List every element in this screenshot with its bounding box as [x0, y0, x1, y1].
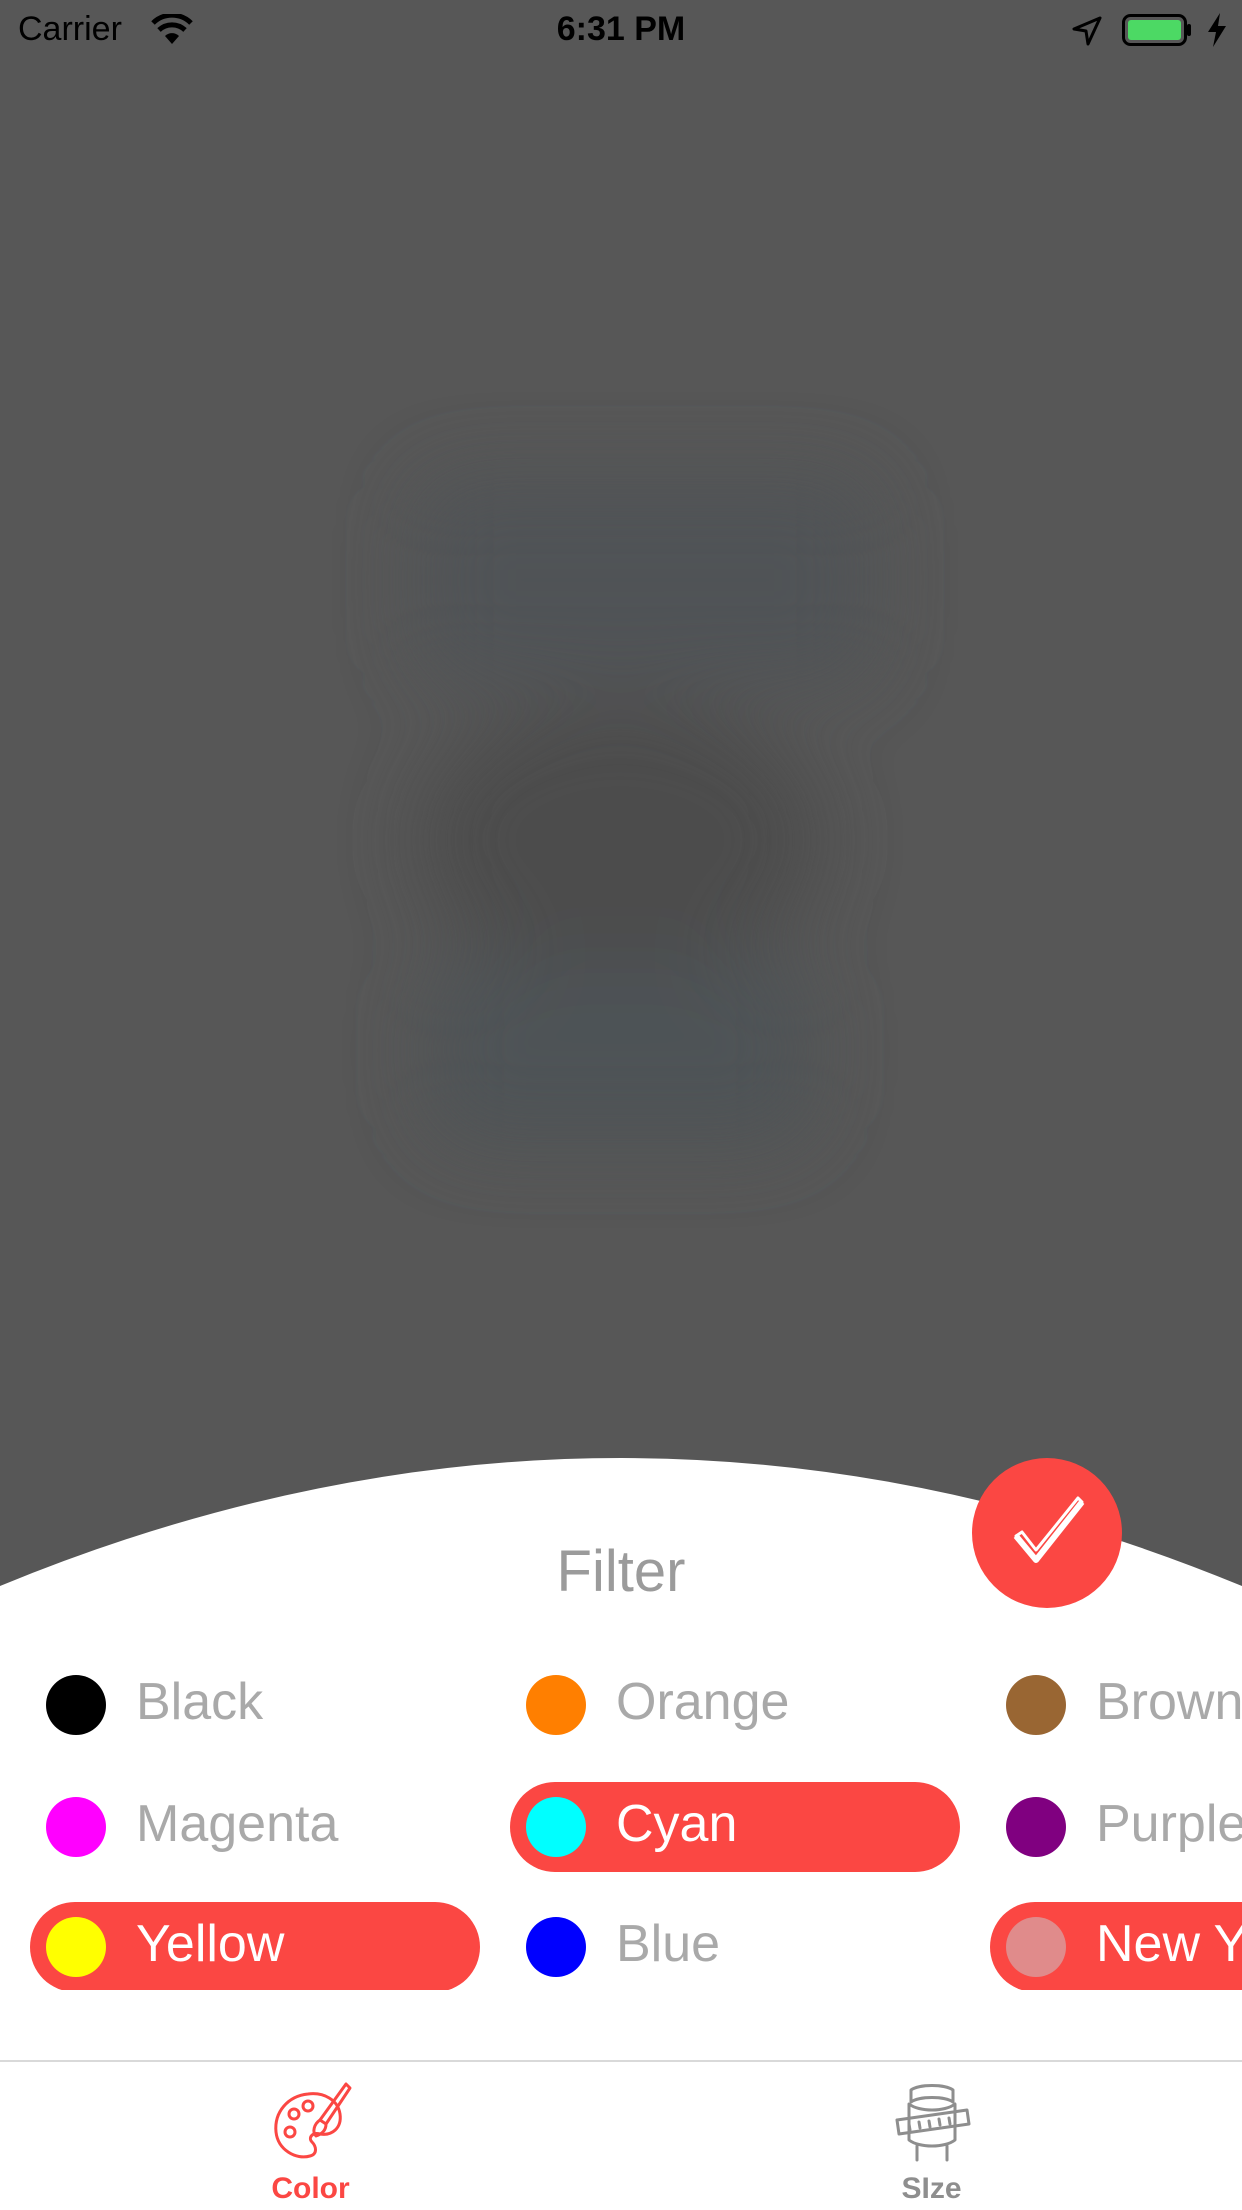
dimmed-background: [0, 60, 1242, 1460]
color-label: Cyan: [616, 1795, 738, 1853]
color-swatch: [1006, 1675, 1066, 1735]
color-chip[interactable]: Black: [30, 1660, 480, 1750]
tab-size-label: SIze: [901, 2172, 962, 2205]
color-swatch: [46, 1917, 106, 1977]
color-label: Magenta: [136, 1795, 339, 1853]
color-chip[interactable]: Magenta: [30, 1782, 480, 1872]
color-chip[interactable]: Cyan: [510, 1782, 960, 1872]
color-chip[interactable]: Brown: [990, 1660, 1242, 1750]
color-chip[interactable]: Yellow: [30, 1902, 480, 1990]
color-chip[interactable]: New York: [990, 1902, 1242, 1990]
color-label: Purple: [1096, 1795, 1242, 1853]
color-swatch: [1006, 1797, 1066, 1857]
color-swatch: [1006, 1917, 1066, 1977]
status-bar: Carrier 6:31 PM: [0, 0, 1242, 60]
color-swatch: [526, 1675, 586, 1735]
color-grid: Black Orange Brown Magenta Cyan Purple Yellow B…: [0, 1660, 1242, 1990]
battery-icon: [1122, 14, 1191, 46]
color-label: Black: [136, 1673, 264, 1731]
status-time: 6:31 PM: [556, 10, 686, 48]
color-label: Yellow: [136, 1915, 285, 1973]
confirm-button[interactable]: [972, 1458, 1122, 1608]
color-swatch: [46, 1675, 106, 1735]
color-chip[interactable]: Blue: [510, 1902, 960, 1990]
tab-bar: Color SIze: [0, 2060, 1242, 2210]
color-chip[interactable]: Orange: [510, 1660, 960, 1750]
tab-size[interactable]: SIze: [621, 2062, 1242, 2210]
palette-icon: [274, 2082, 352, 2159]
charging-bolt-icon: [1208, 13, 1226, 47]
tab-color[interactable]: Color: [0, 2062, 621, 2210]
checkmark-icon: [1013, 1496, 1085, 1563]
color-label: Orange: [616, 1673, 790, 1731]
color-label: Brown: [1096, 1673, 1242, 1731]
color-label: Blue: [616, 1915, 721, 1973]
tape-measure-icon: [895, 2084, 971, 2162]
tab-color-label: Color: [271, 2172, 350, 2205]
color-swatch: [526, 1917, 586, 1977]
color-label: New York: [1096, 1915, 1242, 1973]
color-chip[interactable]: Purple: [990, 1782, 1242, 1872]
location-arrow-icon: [1072, 16, 1102, 46]
color-swatch: [526, 1797, 586, 1857]
color-swatch: [46, 1797, 106, 1857]
